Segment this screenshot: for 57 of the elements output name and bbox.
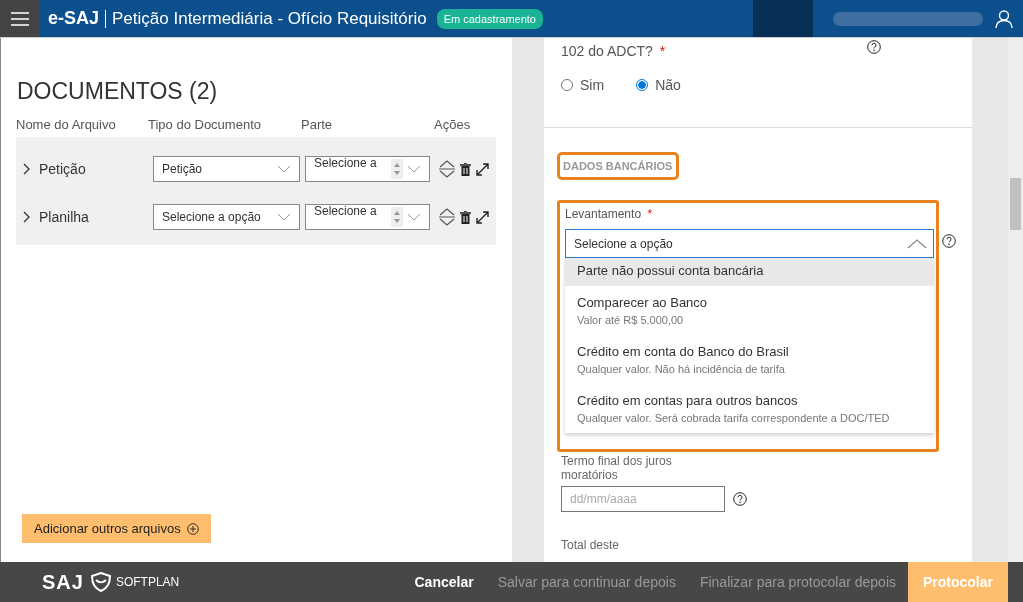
footer-button[interactable]: Cancelar (402, 562, 486, 602)
document-type-select[interactable]: Petição (153, 156, 300, 182)
dropdown-option[interactable]: Parte não possui conta bancária (565, 258, 934, 286)
chevron-down-icon (277, 165, 291, 173)
app-brand: e-SAJ (48, 8, 100, 29)
field-label: Levantamento * (565, 207, 654, 221)
expand-icon[interactable] (476, 210, 489, 224)
spinner-icon (391, 159, 403, 179)
trash-icon[interactable] (460, 210, 471, 224)
section-title: DOCUMENTOS (2) (17, 78, 219, 105)
scrollbar[interactable] (1008, 38, 1023, 562)
radio-option[interactable]: Não (636, 77, 681, 93)
brand-text: SOFTPLAN (115, 575, 180, 589)
shield-icon (89, 572, 112, 592)
chevron-down-icon (407, 213, 421, 221)
title-separator (105, 9, 107, 28)
menu-icon (11, 11, 29, 26)
radio-option[interactable]: Sim (561, 77, 605, 93)
chevron-down-icon (407, 165, 421, 173)
party-select[interactable]: Selecione a (305, 204, 430, 230)
dropdown-option[interactable]: Comparecer ao Banco Valor até R$ 5.000,00 (565, 286, 934, 335)
spinner-icon (391, 207, 403, 227)
field-label: Total deste (561, 538, 621, 552)
column-header: Nome do Arquivo (16, 117, 117, 134)
question-label: 102 do ADCT? * (561, 43, 666, 59)
expand-icon[interactable] (476, 162, 489, 176)
section-title: DADOS BANCÁRIOS (557, 152, 680, 180)
menu-button[interactable] (0, 0, 40, 37)
chevron-down-icon (277, 213, 291, 221)
date-input[interactable]: dd/mm/aaaa (561, 486, 725, 512)
withdrawal-select[interactable]: Selecione a opção (565, 229, 934, 258)
party-select[interactable]: Selecione a (305, 156, 430, 182)
status-badge: Em cadastramento (436, 8, 543, 29)
plus-circle-icon (186, 522, 199, 535)
page-title: Petição Intermediária - Ofício Requisitório (112, 8, 427, 29)
logo-text: SAJ (42, 570, 84, 594)
help-icon[interactable] (942, 234, 956, 248)
field-label: Termo final dos juros moratórios (561, 454, 673, 482)
chevron-right-icon (23, 211, 31, 223)
file-name[interactable]: Planilha (16, 209, 148, 225)
reorder-icon[interactable] (439, 159, 455, 179)
add-files-button[interactable]: Adicionar outros arquivos (22, 514, 211, 543)
document-type-select[interactable]: Selecione a opção (153, 204, 300, 230)
dropdown-option[interactable]: Crédito em conta do Banco do Brasil Qualquer valor. Não há incidência de tarifa (565, 335, 934, 384)
help-icon[interactable] (867, 40, 881, 54)
column-header: Ações (434, 117, 471, 134)
help-icon[interactable] (733, 492, 747, 506)
column-header: Parte (301, 117, 334, 134)
chevron-icon (907, 238, 927, 249)
file-name[interactable]: Petição (16, 161, 148, 177)
chevron-right-icon (23, 163, 31, 175)
reorder-icon[interactable] (439, 207, 455, 227)
dropdown-option[interactable]: Crédito em contas para outros bancos Qualquer valor. Será cobrada tarifa correspondente a DOC/TED (565, 384, 934, 433)
trash-icon[interactable] (460, 162, 471, 176)
column-header: Tipo do Documento (148, 117, 262, 134)
user-icon[interactable] (995, 9, 1013, 28)
blurred-block (753, 0, 813, 37)
